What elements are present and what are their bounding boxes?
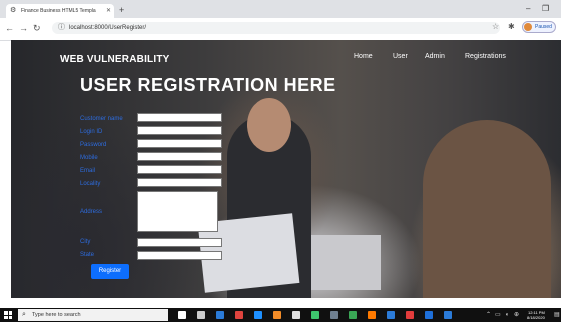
state-label: State xyxy=(80,252,95,258)
address-label: Address xyxy=(80,209,103,215)
volume-icon[interactable]: ◖ xyxy=(505,311,509,319)
tray-clock[interactable]: 12:11 PM 8/18/2020 xyxy=(527,310,545,320)
pdf-icon[interactable] xyxy=(406,311,414,319)
register-button[interactable]: Register xyxy=(91,264,129,279)
terminal-icon[interactable] xyxy=(311,311,319,319)
notifications-icon[interactable]: ▤ xyxy=(554,311,560,319)
address-field[interactable] xyxy=(137,191,218,232)
restore-button[interactable]: ❐ xyxy=(542,4,549,14)
page-content: WEB VULNERABILITY Home User Admin Regist… xyxy=(11,40,561,298)
language-icon[interactable]: ⊕ xyxy=(514,311,519,319)
site-brand[interactable]: WEB VULNERABILITY xyxy=(60,54,170,65)
edge-icon[interactable] xyxy=(387,311,395,319)
avatar xyxy=(524,23,532,31)
profile-status: Paused xyxy=(535,24,552,30)
back-arrow-icon[interactable]: ← xyxy=(5,22,14,34)
windows-taskbar: ⌕ Type here to search ⌃ ▭ ◖ ⊕ 12:11 PM 8… xyxy=(0,308,561,322)
password-field[interactable] xyxy=(137,139,222,148)
locality-label: Locality xyxy=(80,181,101,187)
reload-icon[interactable]: ↻ xyxy=(33,22,41,34)
email-field[interactable] xyxy=(137,165,222,174)
browser-tabstrip: ⚙ Finance Business HTML5 Templa ✕ + – ❐ xyxy=(0,0,561,18)
browser-tab[interactable]: ⚙ Finance Business HTML5 Templa ✕ xyxy=(6,4,114,18)
network-icon[interactable]: ▭ xyxy=(495,311,501,319)
city-field[interactable] xyxy=(137,238,222,247)
close-tab-icon[interactable]: ✕ xyxy=(106,4,111,18)
firefox-icon[interactable] xyxy=(273,311,281,319)
extensions-icon[interactable]: ✱ xyxy=(508,21,515,33)
login-id-field[interactable] xyxy=(137,126,222,135)
tray-chevron-icon[interactable]: ⌃ xyxy=(486,311,491,319)
excel-icon[interactable] xyxy=(349,311,357,319)
taskbar-search-box[interactable]: ⌕ Type here to search xyxy=(18,309,168,321)
page-title: USER REGISTRATION HERE xyxy=(80,75,336,95)
windows-start-icon[interactable] xyxy=(4,311,12,319)
info-icon[interactable]: ⓘ xyxy=(58,23,65,33)
word-icon[interactable] xyxy=(425,311,433,319)
background-photo-laptop xyxy=(311,235,381,290)
url-text[interactable]: localhost:8000/UserRegister/ xyxy=(69,22,146,34)
app-icon-2[interactable] xyxy=(444,311,452,319)
task-view-icon[interactable] xyxy=(178,311,186,319)
new-tab-button[interactable]: + xyxy=(119,4,124,16)
chrome-icon[interactable] xyxy=(235,311,243,319)
tab-title: Finance Business HTML5 Templa xyxy=(21,8,96,14)
locality-field[interactable] xyxy=(137,178,222,187)
tab-favicon-icon: ⚙ xyxy=(10,7,17,14)
address-bar[interactable]: ⓘ localhost:8000/UserRegister/ xyxy=(52,22,500,34)
login-id-label: Login ID xyxy=(80,129,103,135)
app-icon[interactable] xyxy=(330,311,338,319)
email-label: Email xyxy=(80,168,96,174)
cortana-icon[interactable] xyxy=(197,311,205,319)
state-field[interactable] xyxy=(137,251,222,260)
customer-name-field[interactable] xyxy=(137,113,222,122)
password-label: Password xyxy=(80,142,107,148)
clock-date: 8/18/2020 xyxy=(527,315,545,320)
search-placeholder: Type here to search xyxy=(32,312,81,318)
notepad-icon[interactable] xyxy=(292,311,300,319)
customer-name-label: Customer name xyxy=(80,116,123,122)
city-label: City xyxy=(80,239,91,245)
profile-button[interactable]: Paused xyxy=(522,21,556,33)
vscode-icon[interactable] xyxy=(254,311,262,319)
browser-toolbar: ← → ↻ ⓘ localhost:8000/UserRegister/ ☆ ✱… xyxy=(0,18,561,41)
nav-admin[interactable]: Admin xyxy=(425,53,445,60)
search-icon: ⌕ xyxy=(22,311,26,318)
paint-icon[interactable] xyxy=(368,311,376,319)
forward-arrow-icon[interactable]: → xyxy=(19,22,28,34)
minimize-button[interactable]: – xyxy=(526,4,530,14)
mobile-label: Mobile xyxy=(80,155,98,161)
background-photo-head xyxy=(247,98,291,152)
mobile-field[interactable] xyxy=(137,152,222,161)
file-explorer-icon[interactable] xyxy=(216,311,224,319)
bookmark-star-icon[interactable]: ☆ xyxy=(492,21,499,33)
background-photo-person-foreground xyxy=(423,120,551,298)
nav-user[interactable]: User xyxy=(393,53,408,60)
nav-home[interactable]: Home xyxy=(354,53,373,60)
nav-registrations[interactable]: Registrations xyxy=(465,53,506,60)
